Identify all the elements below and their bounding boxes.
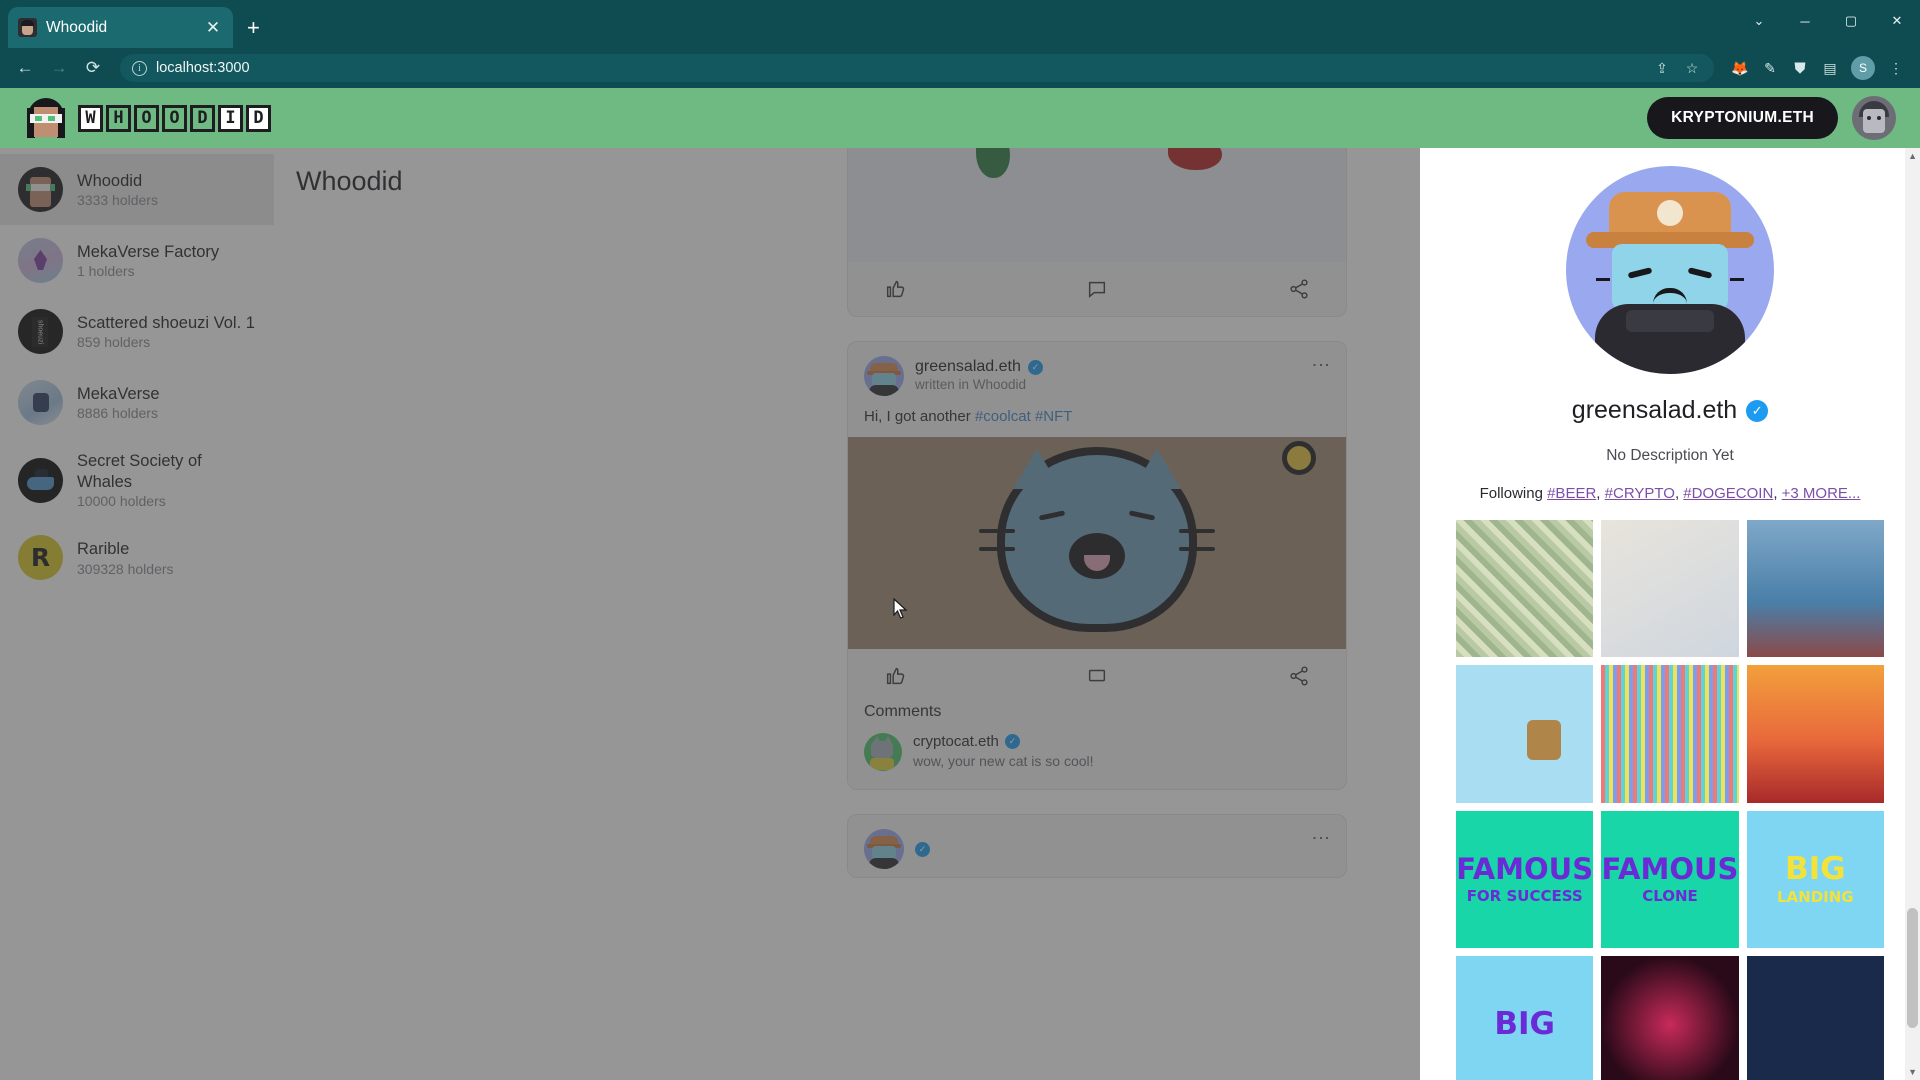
side-panel-icon[interactable]: ▤ xyxy=(1816,54,1844,82)
omnibox-actions: ⇪ ☆ xyxy=(1648,54,1706,82)
logo-face-icon xyxy=(24,96,68,140)
nft-sublabel: LANDING xyxy=(1777,887,1854,906)
nft-sublabel: CLONE xyxy=(1642,886,1698,905)
following-label: Following xyxy=(1479,485,1548,502)
profile-side-panel: greensalad.eth ✓ No Description Yet Foll… xyxy=(1420,148,1920,1080)
pixel-bird-icon xyxy=(1527,720,1562,761)
profile-name-row: greensalad.eth ✓ xyxy=(1420,396,1920,425)
extensions-puzzle-icon[interactable]: ⛊ xyxy=(1786,54,1814,82)
metamask-icon[interactable]: 🦊 xyxy=(1726,54,1754,82)
scrollbar-thumb[interactable] xyxy=(1907,908,1918,1028)
maximize-icon[interactable]: ▢ xyxy=(1828,0,1874,42)
browser-menu-icon[interactable]: ⋮ xyxy=(1882,54,1910,82)
wallet-address-button[interactable]: KRYPTONIUM.ETH xyxy=(1647,97,1838,139)
logo-letter-o-2: O xyxy=(134,104,159,132)
nft-green-pattern[interactable] xyxy=(1456,520,1594,658)
nft-night-sky[interactable] xyxy=(1746,955,1884,1080)
back-icon[interactable]: ← xyxy=(10,53,40,83)
nft-big-landing[interactable]: BIG LANDING xyxy=(1746,810,1884,948)
scroll-down-icon[interactable]: ▼ xyxy=(1908,1067,1917,1077)
user-avatar[interactable] xyxy=(1852,96,1896,140)
nft-glitch-art[interactable] xyxy=(1601,665,1739,803)
nft-big-purple[interactable]: BIG xyxy=(1456,955,1594,1080)
address-bar[interactable]: i localhost:3000 ⇪ ☆ xyxy=(120,54,1714,82)
nft-dark-dots[interactable] xyxy=(1601,955,1739,1080)
logo-letter-w-0: W xyxy=(78,104,103,132)
site-info-icon[interactable]: i xyxy=(132,60,147,76)
extension-icons: 🦊 ✎ ⛊ ▤ S ⋮ xyxy=(1726,54,1910,82)
nft-blue-warrior[interactable] xyxy=(1746,520,1884,658)
logo-wordmark: WHOODID xyxy=(78,104,271,132)
close-tab-icon[interactable]: ✕ xyxy=(203,19,223,36)
profile-description: No Description Yet xyxy=(1606,447,1734,464)
bookmark-star-icon[interactable]: ☆ xyxy=(1678,54,1706,82)
new-tab-icon[interactable]: + xyxy=(247,17,260,39)
app-logo[interactable]: WHOODID xyxy=(24,96,271,140)
browser-tab-strip: Whoodid ✕ + ⌄ ─ ▢ ✕ xyxy=(0,0,1920,48)
nft-label-wrap: BIG LANDING xyxy=(1747,811,1884,948)
nft-label-wrap: BIG xyxy=(1456,956,1593,1080)
nft-label: BIG xyxy=(1494,1006,1555,1043)
nft-label-wrap: FAMOUS CLONE xyxy=(1601,811,1739,948)
browser-profile-avatar[interactable]: S xyxy=(1851,56,1875,80)
chevron-down-icon[interactable]: ⌄ xyxy=(1736,0,1782,42)
nft-label-wrap: FAMOUS FOR SUCCESS xyxy=(1456,811,1593,948)
browser-toolbar: ← → ⟳ i localhost:3000 ⇪ ☆ 🦊 ✎ ⛊ ▤ S ⋮ xyxy=(0,48,1920,88)
nft-label: FAMOUS xyxy=(1601,851,1739,886)
nft-label: FAMOUS xyxy=(1456,851,1594,886)
pen-extension-icon[interactable]: ✎ xyxy=(1756,54,1784,82)
verified-badge-icon: ✓ xyxy=(1746,399,1769,422)
following-tag-beer[interactable]: #BEER xyxy=(1547,485,1596,502)
minimize-icon[interactable]: ─ xyxy=(1782,0,1828,42)
following-tag-dogecoin[interactable]: #DOGECOIN xyxy=(1683,485,1773,502)
tag-separator: , xyxy=(1773,485,1782,502)
profile-avatar xyxy=(1566,166,1774,374)
tag-separator: , xyxy=(1596,485,1605,502)
url-text: localhost:3000 xyxy=(156,60,250,76)
following-tag-crypto[interactable]: #CRYPTO xyxy=(1605,485,1675,502)
app-header: WHOODID KRYPTONIUM.ETH xyxy=(0,88,1920,148)
nft-label: BIG xyxy=(1785,850,1846,887)
page-scrollbar[interactable]: ▲ ▼ xyxy=(1905,148,1920,1080)
nft-grid: FAMOUS FOR SUCCESS FAMOUS CLONE BIG LANDING BI… xyxy=(1420,520,1920,1080)
header-right: KRYPTONIUM.ETH xyxy=(1647,96,1896,140)
nft-red-portrait[interactable] xyxy=(1746,665,1884,803)
app-body: Whoodid3333 holdersMekaVerse Factory1 ho… xyxy=(0,148,1920,1080)
nft-pixel-bird[interactable] xyxy=(1456,665,1594,803)
reload-icon[interactable]: ⟳ xyxy=(78,53,108,83)
following-row: Following #BEER, #CRYPTO, #DOGECOIN, +3 … xyxy=(1420,485,1920,502)
logo-letter-o-3: O xyxy=(162,104,187,132)
window-controls: ⌄ ─ ▢ ✕ xyxy=(1736,0,1920,42)
profile-name: greensalad.eth xyxy=(1571,396,1738,424)
tab-title: Whoodid xyxy=(46,18,108,36)
nft-ape-sketch[interactable] xyxy=(1601,520,1739,658)
logo-letter-d-4: D xyxy=(190,104,215,132)
nft-famous-success[interactable]: FAMOUS FOR SUCCESS xyxy=(1456,810,1594,948)
browser-tab[interactable]: Whoodid ✕ xyxy=(8,7,233,48)
app-root: WHOODID KRYPTONIUM.ETH Whoodid3333 holde… xyxy=(0,88,1920,1080)
following-more-link[interactable]: +3 MORE... xyxy=(1782,485,1861,502)
nft-sublabel: FOR SUCCESS xyxy=(1466,886,1583,905)
close-window-icon[interactable]: ✕ xyxy=(1874,0,1920,42)
scroll-up-icon[interactable]: ▲ xyxy=(1908,151,1917,161)
logo-letter-d-6: D xyxy=(246,104,271,132)
tab-favicon xyxy=(18,18,37,37)
share-page-icon[interactable]: ⇪ xyxy=(1648,54,1676,82)
logo-letter-i-5: I xyxy=(218,104,243,132)
nft-famous-clone[interactable]: FAMOUS CLONE xyxy=(1601,810,1739,948)
logo-letter-h-1: H xyxy=(106,104,131,132)
forward-icon: → xyxy=(50,58,68,77)
